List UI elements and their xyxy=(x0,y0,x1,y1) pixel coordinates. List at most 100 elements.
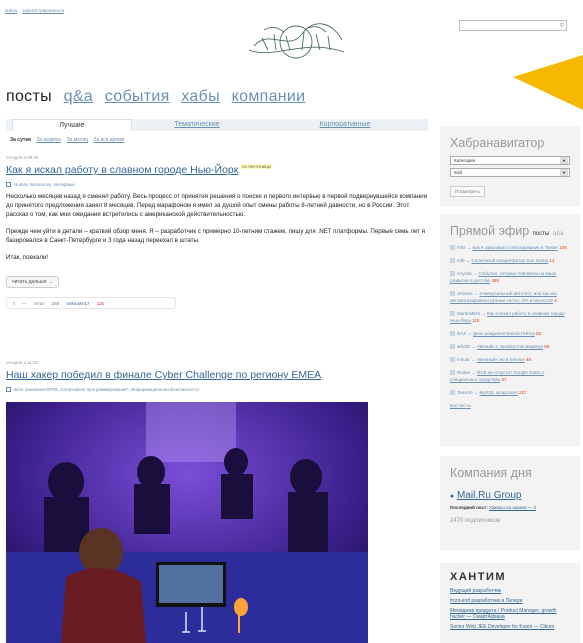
all-posts-link[interactable]: все посты xyxy=(450,402,570,409)
hub-select[interactable]: Хаб ▾ xyxy=(450,168,570,177)
post-hubs-text[interactable]: Блог компании КРОК, Спортивное программи… xyxy=(14,387,200,392)
subscribers: 2470 подписчиков xyxy=(450,518,501,524)
post-photo xyxy=(6,402,368,643)
company-last-post: Последний пост: Хакеры на экране — 2 xyxy=(450,505,570,510)
favorites-count[interactable]: 115 xyxy=(97,301,104,306)
post-paragraph: Прежде чем уйти в детали – краткий обзор… xyxy=(6,228,426,245)
live-item[interactable]: x6sums → Универсальный автотест, или как… xyxy=(450,290,570,304)
tab-corporate[interactable]: Корпоративные xyxy=(262,119,428,131)
nav-posts[interactable]: посты xyxy=(6,88,52,105)
avatar xyxy=(450,331,455,337)
category-select-value: Категория xyxy=(454,158,476,163)
comments-count[interactable]: 286 xyxy=(52,301,60,306)
live-comment-count: 48 xyxy=(525,357,531,362)
company-name-link[interactable]: Mail.Ru Group xyxy=(457,490,521,501)
live-post-link[interactable]: «Венный» же в Service xyxy=(477,357,525,362)
post-info-bar: ⇧ — тетат 286 unknown17 115 xyxy=(6,297,176,310)
live-post-link[interactable]: MySQL шпаргалко xyxy=(480,390,518,395)
show-button[interactable]: Посмотреть xyxy=(450,186,485,197)
search-input[interactable]: ⚲ xyxy=(459,20,567,31)
period-week[interactable]: За неделю xyxy=(36,137,61,143)
live-user[interactable]: Flint xyxy=(457,245,466,250)
live-user[interactable]: TanArto xyxy=(457,390,473,395)
arrow-decoration xyxy=(513,55,583,110)
page: войти зарегистрироваться ⚲ посты q&a соб… xyxy=(0,0,583,643)
read-more-button[interactable]: читать дальше → xyxy=(6,276,59,289)
live-user[interactable]: rcrystal xyxy=(457,271,472,276)
live-post-link[interactable]: Квенийн с прохвостом медведя xyxy=(477,344,543,349)
job-link[interactable]: front-end разработчик в Питере xyxy=(450,598,570,604)
nav-qa[interactable]: q&a xyxy=(64,88,93,105)
avatar xyxy=(450,311,455,317)
tab-best[interactable]: Лучшие xyxy=(12,119,132,131)
live-item[interactable]: arbi3D → Квенийн с прохвостом медведя 69 xyxy=(450,343,570,350)
live-item[interactable]: MartinMiles → Как я искал работу в славн… xyxy=(450,310,570,324)
avatar xyxy=(450,291,455,297)
post-time: сегодня в 11:32 xyxy=(6,360,39,365)
job-link[interactable]: Senior Web JEE Developer for Kuoni — Cik… xyxy=(450,624,570,630)
category-select[interactable]: Категория ▾ xyxy=(450,156,570,165)
company-name[interactable]: ● Mail.Ru Group xyxy=(450,490,570,501)
sandbox-badge: из песочницы xyxy=(240,164,274,169)
register-link[interactable]: зарегистрироваться xyxy=(22,8,64,13)
post-title[interactable]: Наш хакер победил в финале Cyber Challen… xyxy=(6,369,321,381)
live-tab-posts[interactable]: посты xyxy=(533,231,550,237)
vote-icon[interactable]: ⇧ xyxy=(12,301,16,306)
avatar xyxy=(450,370,455,376)
views: тетат xyxy=(33,301,45,307)
live-item[interactable]: rcrystal → События, которые повлияли на … xyxy=(450,270,570,284)
hub-icon xyxy=(6,387,11,393)
live-comment-count: 3 xyxy=(554,298,557,303)
live-user[interactable]: arbi3D xyxy=(457,344,470,349)
last-post-label: Последний пост: xyxy=(450,505,488,510)
live-user[interactable]: MartinMiles xyxy=(457,311,480,316)
live-item[interactable]: mtb → Солнечный концентратор Sun Simba 1… xyxy=(450,257,570,264)
live-header: Прямой эфир посты q&a xyxy=(440,214,580,244)
live-post-link[interactable]: Как я заваливал собеседование в Twitter xyxy=(473,245,558,250)
post-title[interactable]: Как я искал работу в славном городе Нью-… xyxy=(6,164,238,176)
live-item[interactable]: Flint → Как я заваливал собеседование в … xyxy=(450,244,570,251)
post-hubs-text[interactable]: Human Resources, Интервью xyxy=(14,182,75,187)
period-day[interactable]: За сутки xyxy=(10,137,31,143)
last-post-link[interactable]: Хакеры на экране — 2 xyxy=(489,505,536,510)
nav-hubs[interactable]: хабы xyxy=(181,88,220,105)
live-tab-qa[interactable]: q&a xyxy=(553,231,564,237)
nav-events[interactable]: события xyxy=(105,88,170,105)
post-body: Несколько месяцев назад я сменил работу.… xyxy=(6,192,428,262)
job-link[interactable]: Менеджер продукта / Product Manager, gro… xyxy=(450,608,570,620)
login-link[interactable]: войти xyxy=(5,8,17,13)
live-post-link[interactable]: День рождения Билла Гейтса xyxy=(473,331,535,336)
period-all[interactable]: За всё время xyxy=(93,137,124,143)
tab-thematic[interactable]: Тематические xyxy=(132,119,262,131)
live-user[interactable]: mtb xyxy=(457,258,465,263)
hunt-title: ХАНТИМ xyxy=(450,571,507,583)
author-link[interactable]: unknown17 xyxy=(66,301,89,306)
post-paragraph: Итак, поехали! xyxy=(6,254,49,262)
live-post-link[interactable]: Солнечный концентратор Sun Simba xyxy=(472,258,549,263)
live-user[interactable]: Roime xyxy=(457,370,470,375)
live-item[interactable]: Innuar → «Венный» же в Service 48 xyxy=(450,356,570,363)
company-title: Компания дня xyxy=(450,466,532,480)
avatar xyxy=(450,357,455,363)
live-item[interactable]: RAZ → День рождения Билла Гейтса 83 xyxy=(450,330,570,337)
live-comment-count: 69 xyxy=(544,344,550,349)
habrahabr-logo[interactable] xyxy=(244,20,348,64)
live-user[interactable]: Innuar xyxy=(457,357,470,362)
live-item[interactable]: Roime → ФСБ не отпустит Google Glass с с… xyxy=(450,369,570,383)
top-links: войти зарегистрироваться xyxy=(5,8,68,13)
navigator-title: Хабранавигатор xyxy=(450,136,545,150)
job-link[interactable]: Ведущий разработчик xyxy=(450,588,570,594)
live-user[interactable]: RAZ xyxy=(457,331,466,336)
company-icon: ● xyxy=(450,493,455,500)
live-item[interactable]: TanArto → MySQL шпаргалко 227 xyxy=(450,389,570,396)
period-month[interactable]: За месяц xyxy=(67,137,88,143)
avatar xyxy=(450,344,455,350)
live-user[interactable]: x6sums xyxy=(457,291,473,296)
post-2: сегодня в 11:32 Наш хакер победил в фина… xyxy=(6,360,428,393)
search-icon[interactable]: ⚲ xyxy=(560,22,564,29)
live-comment-count: 83 xyxy=(536,331,542,336)
navigator-box: Хабранавигатор Категория ▾ Хаб ▾ Посмотрет… xyxy=(440,126,580,206)
main-nav: посты q&a события хабы компании xyxy=(6,88,312,106)
post-time: сегодня в 09:28 xyxy=(6,155,39,160)
nav-companies[interactable]: компании xyxy=(232,88,306,105)
